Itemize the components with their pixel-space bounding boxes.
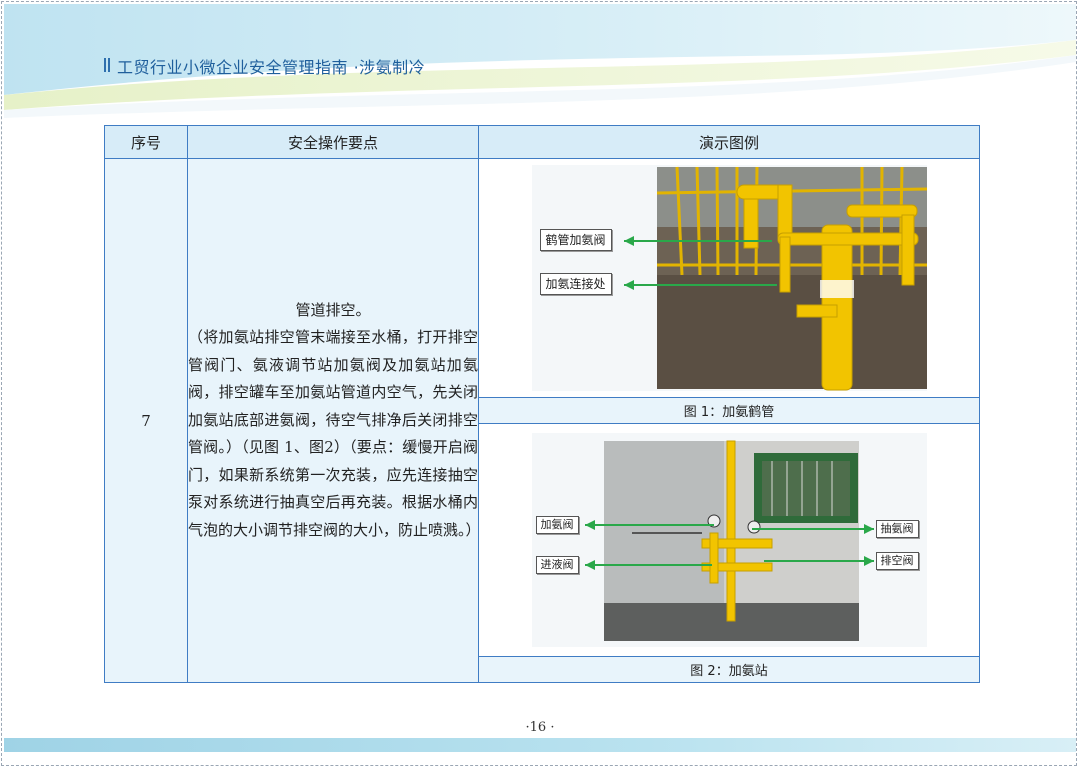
page-number: ·16 · xyxy=(525,720,555,735)
figure-1-caption: 图 1：加氨鹤管 xyxy=(478,397,980,424)
figure-1-cell: 鹤管加氨阀 加氨连接处 xyxy=(478,158,980,398)
figure-2-caption: 图 2：加氨站 xyxy=(478,656,980,683)
figure-1-label-connection: 加氨连接处 xyxy=(539,273,612,295)
figure-2-label-vent-valve: 排空阀 xyxy=(875,552,919,570)
row-seq-number: 7 xyxy=(104,158,188,683)
figure-2: 加氨阀 进液阀 抽氨阀 排空阀 xyxy=(531,433,927,647)
figure-2-label-feed-valve: 加氨阀 xyxy=(535,516,579,534)
figure-1: 鹤管加氨阀 加氨连接处 xyxy=(531,165,927,391)
figure-2-label-extract-valve: 抽氨阀 xyxy=(875,520,919,538)
figure-2-photo xyxy=(531,433,927,647)
steps-body: （将加氨站排空管末端接至水桶，打开排空管阀门、氨液调节站加氨阀及加氨站加氨阀，排… xyxy=(188,328,481,539)
column-header-figures: 演示图例 xyxy=(478,125,980,159)
column-header-steps: 安全操作要点 xyxy=(187,125,479,159)
figure-1-label-crane-valve: 鹤管加氨阀 xyxy=(539,229,612,251)
figure-2-label-inlet-valve: 进液阀 xyxy=(535,556,579,574)
page-header-title: 工贸行业小微企业安全管理指南 ·涉氨制冷 xyxy=(117,58,426,77)
column-header-seq: 序号 xyxy=(104,125,188,159)
header-bar-mark xyxy=(104,58,112,74)
figure-2-cell: 加氨阀 进液阀 抽氨阀 排空阀 xyxy=(478,423,980,657)
safety-guide-table: 序号 安全操作要点 演示图例 7 管道排空。 （将加氨站排空管末端接至水桶，打开… xyxy=(104,125,980,683)
row-safety-steps: 管道排空。 （将加氨站排空管末端接至水桶，打开排空管阀门、氨液调节站加氨阀及加氨… xyxy=(187,158,481,683)
footer-band xyxy=(4,738,1076,752)
table-row: 7 管道排空。 （将加氨站排空管末端接至水桶，打开排空管阀门、氨液调节站加氨阀及… xyxy=(104,158,980,683)
steps-title: 管道排空。 xyxy=(295,300,371,319)
table-header-row: 序号 安全操作要点 演示图例 xyxy=(104,125,980,159)
